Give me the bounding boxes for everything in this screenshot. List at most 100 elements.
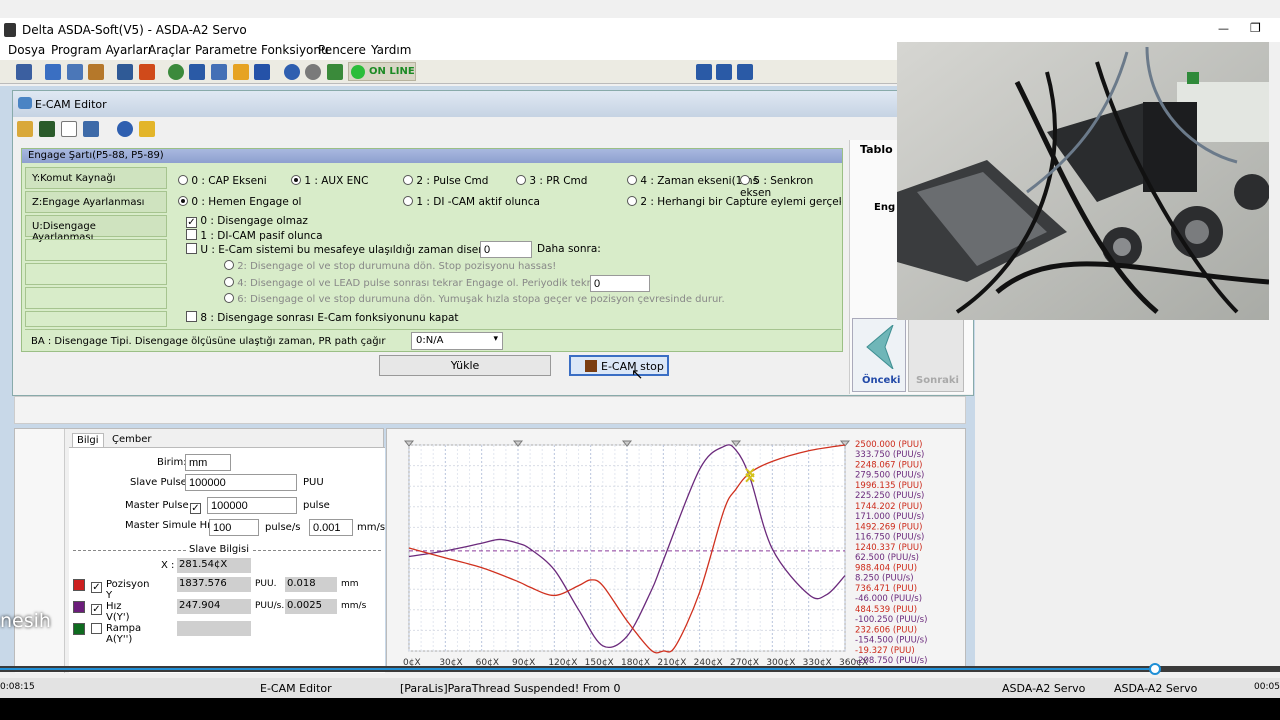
- export-icon[interactable]: [83, 121, 99, 137]
- disengage-checkbox-0[interactable]: ✓: [186, 217, 197, 228]
- master-pulse-input[interactable]: [207, 497, 297, 514]
- timeline-handle[interactable]: [1149, 663, 1161, 675]
- menu-program-ayarlari[interactable]: Program Ayarları: [51, 43, 151, 57]
- rampa-checkbox[interactable]: [91, 623, 102, 634]
- tile-vertical-icon[interactable]: [737, 64, 753, 80]
- source-option-3[interactable]: 3 : PR Cmd: [516, 175, 587, 187]
- save-icon[interactable]: [39, 121, 55, 137]
- lock-icon[interactable]: [139, 121, 155, 137]
- engage-option-2[interactable]: 2 : Herhangi bir Capture eylemi gerçekle…: [627, 196, 841, 208]
- ba-select[interactable]: 0:N/A ▾: [411, 332, 503, 350]
- bottom-bar: [0, 698, 1280, 720]
- next-button[interactable]: Sonraki: [908, 318, 964, 392]
- disengage-checkbox-u[interactable]: [186, 243, 197, 254]
- servo-photo: [897, 42, 1269, 320]
- device-icon[interactable]: [16, 64, 32, 80]
- status-device-2: ASDA-A2 Servo: [1114, 682, 1198, 695]
- sub-option-6[interactable]: 6: Disengage ol ve stop durumuna dön. Yu…: [224, 293, 725, 305]
- tune-icon[interactable]: [189, 64, 205, 80]
- lead-pulse-input[interactable]: [590, 275, 650, 292]
- hand-icon[interactable]: [233, 64, 249, 80]
- load-button[interactable]: Yükle: [379, 355, 551, 376]
- info-panel: Bilgi Çember Birim: Slave Pulse PUU Mast…: [14, 428, 385, 673]
- source-radio-1[interactable]: [291, 175, 301, 185]
- source-radio-3[interactable]: [516, 175, 526, 185]
- tab-disengage-ayarlanmasi[interactable]: U:Disengage Ayarlanması: [25, 215, 167, 243]
- jog-icon[interactable]: [168, 64, 184, 80]
- birim-input[interactable]: [185, 454, 231, 471]
- parameter-icon[interactable]: [67, 64, 83, 80]
- source-option-1[interactable]: 1 : AUX ENC: [291, 175, 368, 187]
- disengage-option-u[interactable]: U : E-Cam sistemi bu mesafeye ulaşıldığı…: [186, 243, 527, 256]
- pozisyon-label: Pozisyon Y: [106, 579, 150, 601]
- help-icon[interactable]: [284, 64, 300, 80]
- sub-option-4[interactable]: 4: Disengage ol ve LEAD pulse sonrası te…: [224, 277, 617, 289]
- engage-option-0[interactable]: 0 : Hemen Engage ol: [178, 196, 301, 208]
- minimize-button[interactable]: —: [1218, 22, 1229, 35]
- sub-radio-4[interactable]: [224, 277, 234, 287]
- restore-button[interactable]: ❐: [1250, 21, 1261, 35]
- disengage-option-0[interactable]: ✓ 0 : Disengage olmaz: [186, 215, 308, 228]
- document-icon[interactable]: [61, 121, 77, 137]
- cascade-icon[interactable]: [696, 64, 712, 80]
- tab-empty: [25, 311, 167, 327]
- tile-horizontal-icon[interactable]: [716, 64, 732, 80]
- open-folder-icon[interactable]: [17, 121, 33, 137]
- engage-panel: Engage Şartı(P5-88, P5-89) Y:Komut Kayna…: [21, 148, 843, 352]
- ecam-chart[interactable]: 0¢X 30¢X 60¢X 90¢X 120¢X 150¢X 180¢X 210¢X 240¢X…: [387, 429, 967, 673]
- ecam-stop-button[interactable]: E-CAM stop: [569, 355, 669, 376]
- source-radio-4[interactable]: [627, 175, 637, 185]
- video-timeline[interactable]: [0, 663, 1280, 675]
- status-message: [ParaLis]ParaThread Suspended! From 0: [400, 682, 621, 695]
- engage-option-1[interactable]: 1 : DI -CAM aktif olunca: [403, 196, 540, 208]
- master-sim-input-2[interactable]: [309, 519, 353, 536]
- scope-icon[interactable]: [45, 64, 61, 80]
- pozisyon-checkbox[interactable]: ✓: [91, 582, 102, 593]
- hiz-checkbox[interactable]: ✓: [91, 604, 102, 615]
- source-option-4[interactable]: 4 : Zaman ekseni(1ms: [627, 175, 758, 187]
- connect-icon[interactable]: [327, 64, 343, 80]
- velocity-axis-label: 116.750 (PUU/s): [855, 532, 924, 542]
- tab-bilgi[interactable]: Bilgi: [72, 433, 104, 447]
- disengage-option-1[interactable]: 1 : DI-CAM pasif olunca: [186, 229, 323, 242]
- info-icon[interactable]: [305, 64, 321, 80]
- engage-radio-0[interactable]: [178, 196, 188, 206]
- io-icon[interactable]: [211, 64, 227, 80]
- disengage-distance-input[interactable]: [480, 241, 532, 258]
- help-icon[interactable]: [117, 121, 133, 137]
- analyze-icon[interactable]: [254, 64, 270, 80]
- disengage-option-8[interactable]: 8 : Disengage sonrası E-Cam fonksiyonunu…: [186, 311, 459, 324]
- person-icon[interactable]: [88, 64, 104, 80]
- velocity-axis-label: 8.250 (PUU/s): [855, 574, 914, 584]
- engage-radio-2[interactable]: [627, 196, 637, 206]
- menu-parametre-fonksiyonu[interactable]: Parametre Fonksiyonu: [195, 43, 329, 57]
- status-editor: E-CAM Editor: [260, 682, 332, 695]
- source-option-2[interactable]: 2 : Pulse Cmd: [403, 175, 488, 187]
- source-option-0[interactable]: 0 : CAP Ekseni: [178, 175, 267, 187]
- menu-yardim[interactable]: Yardım: [371, 43, 411, 57]
- prev-button[interactable]: Önceki: [852, 318, 906, 392]
- engage-radio-1[interactable]: [403, 196, 413, 206]
- alarm-icon[interactable]: [139, 64, 155, 80]
- source-radio-5[interactable]: [740, 175, 750, 185]
- tab-cember[interactable]: Çember: [112, 434, 152, 445]
- disengage-checkbox-1[interactable]: [186, 229, 197, 240]
- sub-option-2[interactable]: 2: Disengage ol ve stop durumuna dön. St…: [224, 260, 556, 272]
- source-radio-0[interactable]: [178, 175, 188, 185]
- slave-pulse-input[interactable]: [185, 474, 297, 491]
- master-pulse-checkbox[interactable]: ✓: [190, 503, 201, 514]
- master-sim-input[interactable]: [209, 519, 259, 536]
- monitor-icon[interactable]: [117, 64, 133, 80]
- rampa-value: [177, 621, 251, 636]
- menu-pencere[interactable]: Pencere: [318, 43, 366, 57]
- sub-radio-2[interactable]: [224, 260, 234, 270]
- tab-komut-kaynagi[interactable]: Y:Komut Kaynağı: [25, 167, 167, 189]
- source-radio-2[interactable]: [403, 175, 413, 185]
- tab-engage-ayarlanmasi[interactable]: Z:Engage Ayarlanması: [25, 191, 167, 213]
- menu-dosya[interactable]: Dosya: [8, 43, 45, 57]
- menu-araclar[interactable]: Araçlar: [148, 43, 191, 57]
- sub-radio-6[interactable]: [224, 293, 234, 303]
- online-label: ON LINE: [369, 66, 415, 77]
- source-option-3-label: 3 : PR Cmd: [529, 175, 588, 187]
- disengage-checkbox-8[interactable]: [186, 311, 197, 322]
